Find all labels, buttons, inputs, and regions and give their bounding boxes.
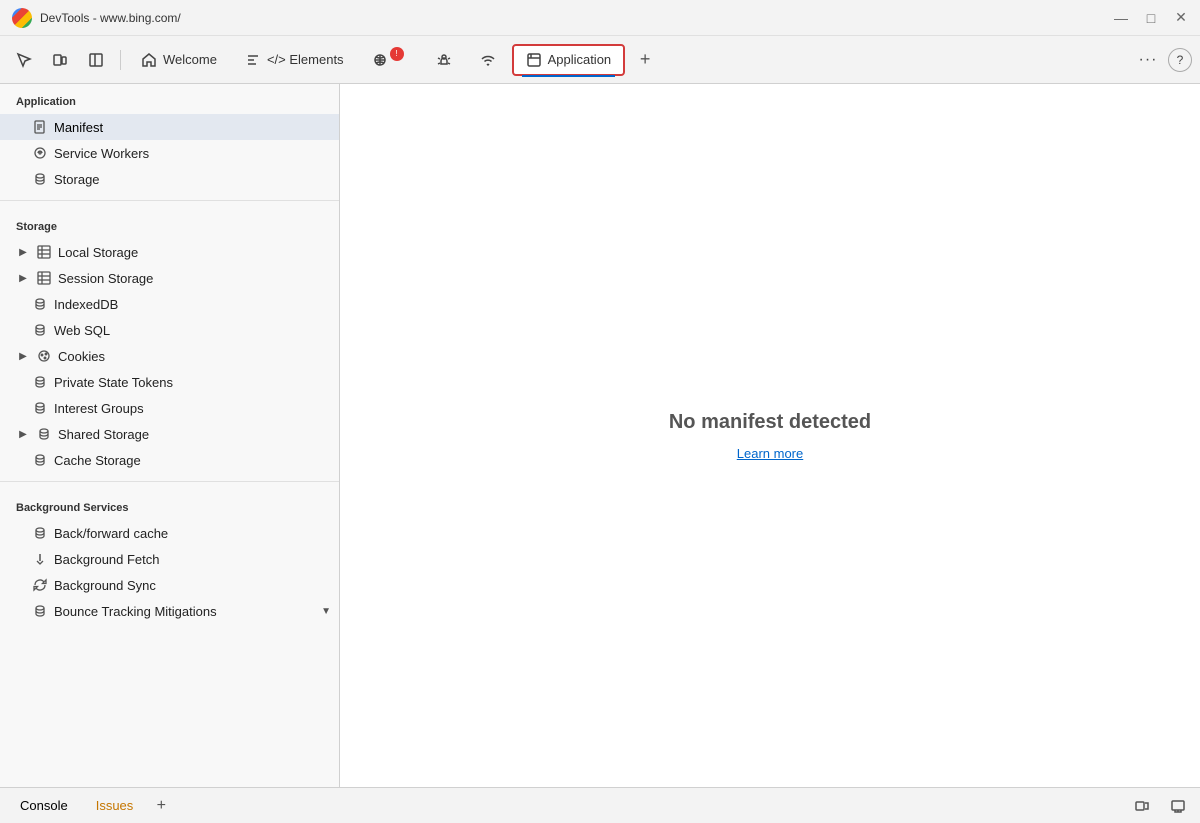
web-sql-icon bbox=[32, 322, 48, 338]
sidebar-item-background-fetch-label: Background Fetch bbox=[54, 552, 160, 567]
bottom-right-icons bbox=[1128, 792, 1192, 820]
sidebar-item-cookies-label: Cookies bbox=[58, 349, 105, 364]
tab-application-label: Application bbox=[548, 52, 612, 67]
sidebar-item-private-state-tokens-label: Private State Tokens bbox=[54, 375, 173, 390]
bottom-bar: Console Issues + bbox=[0, 787, 1200, 823]
cookies-icon bbox=[36, 348, 52, 364]
sidebar-scroll[interactable]: Application Manifest Service Workers Sto… bbox=[0, 84, 339, 787]
back-forward-cache-icon bbox=[32, 525, 48, 541]
sidebar-item-background-fetch[interactable]: Background Fetch bbox=[0, 546, 339, 572]
sidebar-item-shared-storage[interactable]: Shared Storage bbox=[0, 421, 339, 447]
tab-debug[interactable] bbox=[424, 46, 464, 74]
sidebar-item-local-storage-label: Local Storage bbox=[58, 245, 138, 260]
window-controls: — □ ✕ bbox=[1114, 11, 1188, 25]
tab-elements-label: </> Elements bbox=[267, 52, 344, 67]
sidebar-item-back-forward-cache[interactable]: Back/forward cache bbox=[0, 520, 339, 546]
sidebar-item-bounce-tracking[interactable]: Bounce Tracking Mitigations ▼ bbox=[0, 598, 339, 624]
no-manifest-heading: No manifest detected bbox=[669, 411, 871, 434]
service-workers-icon bbox=[32, 145, 48, 161]
sidebar-item-storage-app[interactable]: Storage bbox=[0, 166, 339, 192]
shared-storage-icon bbox=[36, 426, 52, 442]
bounce-tracking-arrow: ▼ bbox=[321, 606, 331, 617]
bottom-tab-console[interactable]: Console bbox=[8, 794, 80, 817]
inspect-element-button[interactable] bbox=[8, 44, 40, 76]
close-button[interactable]: ✕ bbox=[1174, 11, 1188, 25]
device-toolbar-button[interactable] bbox=[44, 44, 76, 76]
background-sync-icon bbox=[32, 577, 48, 593]
interest-groups-icon bbox=[32, 400, 48, 416]
toolbar: Welcome </> Elements ! Application + ···… bbox=[0, 36, 1200, 84]
tab-welcome-label: Welcome bbox=[163, 52, 217, 67]
learn-more-link[interactable]: Learn more bbox=[737, 446, 803, 461]
sidebar-item-storage-app-label: Storage bbox=[54, 172, 100, 187]
sidebar-item-interest-groups[interactable]: Interest Groups bbox=[0, 395, 339, 421]
title-bar: DevTools - www.bing.com/ — □ ✕ bbox=[0, 0, 1200, 36]
sidebar-item-cookies[interactable]: Cookies bbox=[0, 343, 339, 369]
sidebar: Application Manifest Service Workers Sto… bbox=[0, 84, 340, 787]
more-options-button[interactable]: ··· bbox=[1132, 44, 1164, 76]
storage-app-icon bbox=[32, 171, 48, 187]
bounce-tracking-icon bbox=[32, 603, 48, 619]
main-layout: Application Manifest Service Workers Sto… bbox=[0, 84, 1200, 787]
sidebar-item-back-forward-cache-label: Back/forward cache bbox=[54, 526, 168, 541]
tab-application[interactable]: Application bbox=[512, 44, 626, 76]
sidebar-item-manifest-label: Manifest bbox=[54, 120, 103, 135]
sidebar-item-private-state-tokens[interactable]: Private State Tokens bbox=[0, 369, 339, 395]
sidebar-section-application: Application bbox=[0, 84, 339, 114]
sidebar-item-local-storage[interactable]: Local Storage bbox=[0, 239, 339, 265]
cache-storage-icon bbox=[32, 452, 48, 468]
sidebar-item-manifest[interactable]: Manifest bbox=[0, 114, 339, 140]
manifest-icon bbox=[32, 119, 48, 135]
maximize-button[interactable]: □ bbox=[1144, 11, 1158, 25]
sidebar-item-shared-storage-label: Shared Storage bbox=[58, 427, 149, 442]
sidebar-item-indexeddb-label: IndexedDB bbox=[54, 297, 118, 312]
tab-welcome[interactable]: Welcome bbox=[129, 46, 229, 74]
tab-wifi[interactable] bbox=[468, 46, 508, 74]
sidebar-item-indexeddb[interactable]: IndexedDB bbox=[0, 291, 339, 317]
toolbar-divider-1 bbox=[120, 50, 121, 70]
sidebar-section-background-services: Background Services bbox=[0, 490, 339, 520]
bottom-tab-issues[interactable]: Issues bbox=[84, 794, 146, 817]
session-storage-expand-icon bbox=[16, 271, 30, 285]
scroll-padding bbox=[0, 624, 339, 644]
title-bar-text: DevTools - www.bing.com/ bbox=[40, 11, 1106, 25]
add-panel-button[interactable]: + bbox=[149, 794, 173, 818]
cookies-expand-icon bbox=[16, 349, 30, 363]
shared-storage-expand-icon bbox=[16, 427, 30, 441]
local-storage-icon bbox=[36, 244, 52, 260]
sidebar-item-interest-groups-label: Interest Groups bbox=[54, 401, 144, 416]
sidebar-item-background-sync-label: Background Sync bbox=[54, 578, 156, 593]
indexeddb-icon bbox=[32, 296, 48, 312]
content-area: No manifest detected Learn more bbox=[340, 84, 1200, 787]
minimize-button[interactable]: — bbox=[1114, 11, 1128, 25]
sidebar-item-web-sql[interactable]: Web SQL bbox=[0, 317, 339, 343]
sidebar-section-storage: Storage bbox=[0, 209, 339, 239]
background-fetch-icon bbox=[32, 551, 48, 567]
sidebar-item-service-workers-label: Service Workers bbox=[54, 146, 149, 161]
local-storage-expand-icon bbox=[16, 245, 30, 259]
sidebar-item-background-sync[interactable]: Background Sync bbox=[0, 572, 339, 598]
separator-1 bbox=[0, 200, 339, 201]
devtools-icon bbox=[12, 8, 32, 28]
tab-network[interactable]: ! bbox=[360, 46, 420, 74]
sidebar-item-cache-storage[interactable]: Cache Storage bbox=[0, 447, 339, 473]
sidebar-item-cache-storage-label: Cache Storage bbox=[54, 453, 141, 468]
screenshot-button[interactable] bbox=[1164, 792, 1192, 820]
network-badge: ! bbox=[390, 47, 404, 61]
sidebar-item-web-sql-label: Web SQL bbox=[54, 323, 110, 338]
sidebar-item-service-workers[interactable]: Service Workers bbox=[0, 140, 339, 166]
help-button[interactable]: ? bbox=[1168, 48, 1192, 72]
add-tab-button[interactable]: + bbox=[629, 44, 661, 76]
sidebar-item-bounce-tracking-label: Bounce Tracking Mitigations bbox=[54, 604, 217, 619]
toggle-sidebar-button[interactable] bbox=[80, 44, 112, 76]
separator-2 bbox=[0, 481, 339, 482]
session-storage-icon bbox=[36, 270, 52, 286]
tab-elements[interactable]: </> Elements bbox=[233, 46, 356, 74]
sidebar-item-session-storage[interactable]: Session Storage bbox=[0, 265, 339, 291]
sidebar-item-session-storage-label: Session Storage bbox=[58, 271, 153, 286]
private-state-tokens-icon bbox=[32, 374, 48, 390]
undock-button[interactable] bbox=[1128, 792, 1156, 820]
